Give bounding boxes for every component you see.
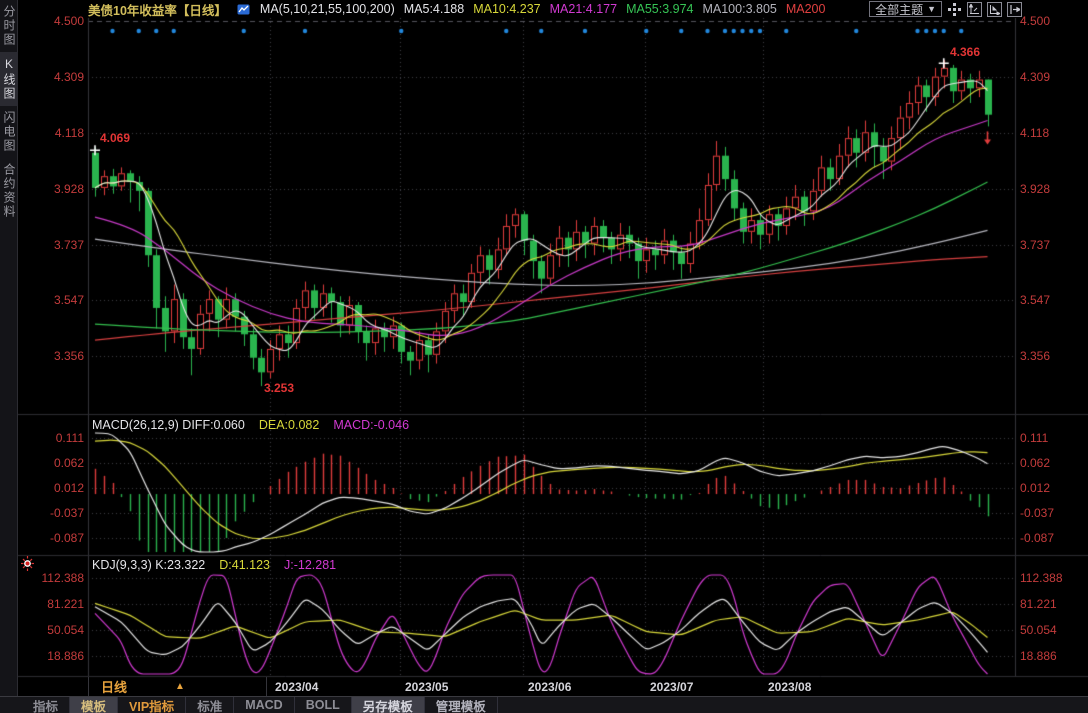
ma100-value: MA100:3.805	[702, 2, 776, 16]
period-label: 日线	[89, 677, 127, 696]
tab-save-template[interactable]: 另存模板	[352, 697, 425, 713]
trading-app-window: 分时图 K线图 闪电图 合约资料 美债10年收益率【日线】 MA(5,10,21…	[0, 0, 1088, 713]
price-axis-label-right: 3.547	[1020, 294, 1050, 306]
sidebar-item-kline-chart[interactable]: K线图	[0, 52, 18, 106]
price-axis-label-right: 4.309	[1020, 71, 1050, 83]
kdj-axis-label-right: 50.054	[1020, 624, 1057, 636]
chart-type-sidebar: 分时图 K线图 闪电图 合约资料	[0, 0, 18, 713]
ma5-value: MA5:4.188	[404, 2, 464, 16]
x-axis-month-label: 2023/07	[650, 681, 693, 693]
macd-axis-label-right: 0.111	[1020, 432, 1048, 444]
ma10-value: MA10:4.237	[473, 2, 540, 16]
price-axis-label-left: 3.356	[54, 350, 84, 362]
macd-axis-label-right: 0.062	[1020, 457, 1050, 469]
sidebar-item-contract-info[interactable]: 合约资料	[0, 158, 18, 224]
sidebar-item-time-chart[interactable]: 分时图	[0, 0, 18, 52]
macd-axis-label-left: 0.062	[54, 457, 84, 469]
price-axis-label-left: 4.309	[54, 71, 84, 83]
tab-vip-indicators[interactable]: VIP指标	[118, 697, 186, 713]
chevron-down-icon: ▼	[927, 4, 936, 14]
macd-indicator-header[interactable]: MACD(26,12,9) DIFF:0.060 DEA:0.082 MACD:…	[92, 418, 409, 432]
header-controls: 全部主题 ▼	[869, 1, 1022, 17]
ma200-value: MA200	[786, 2, 826, 16]
chart-canvas[interactable]	[0, 0, 1088, 713]
crosshair-move-icon[interactable]	[947, 2, 962, 17]
price-axis-label-right: 3.356	[1020, 350, 1050, 362]
price-axis-label-right: 3.928	[1020, 183, 1050, 195]
sidebar-item-flash-chart[interactable]: 闪电图	[0, 106, 18, 158]
title-group: 美债10年收益率【日线】 MA(5,10,21,55,100,200) MA5:…	[88, 0, 825, 18]
tab-manage-templates[interactable]: 管理模板	[425, 697, 498, 713]
theme-dropdown-label: 全部主题	[875, 1, 923, 18]
price-axis-label-left: 3.928	[54, 183, 84, 195]
macd-axis-label-right: -0.037	[1020, 507, 1054, 519]
macd-axis-label-left: -0.087	[50, 532, 84, 544]
period-tag: 【日线】	[177, 4, 227, 18]
tab-indicators[interactable]: 指标	[22, 697, 70, 713]
kdj-axis-label-right: 112.388	[1020, 572, 1063, 584]
kdj-axis-label-left: 50.054	[47, 624, 84, 636]
price-axis-label-left: 3.547	[54, 294, 84, 306]
instrument-name: 美债10年收益率	[88, 4, 177, 18]
indicator-template-tabbar: 指标 模板 VIP指标 标准 MACD BOLL 另存模板 管理模板	[0, 696, 1088, 713]
kdj-axis-label-right: 18.886	[1020, 650, 1057, 662]
tab-templates[interactable]: 模板	[70, 697, 118, 713]
price-axis-label-right: 4.118	[1020, 127, 1049, 139]
macd-axis-label-left: 0.012	[54, 482, 84, 494]
annotation-peak-high: 4.366	[950, 46, 980, 58]
period-selector[interactable]: 日线 ▲	[88, 677, 267, 696]
instrument-title: 美债10年收益率【日线】	[88, 0, 227, 19]
kdj-axis-label-right: 81.221	[1020, 598, 1057, 610]
kdj-axis-label-left: 18.886	[47, 650, 84, 662]
chart-header: 美债10年收益率【日线】 MA(5,10,21,55,100,200) MA5:…	[18, 0, 1088, 18]
x-axis-month-label: 2023/05	[405, 681, 448, 693]
scale-x-axis-icon[interactable]	[987, 2, 1002, 17]
price-axis-label-left: 4.118	[55, 127, 84, 139]
tab-standard[interactable]: 标准	[186, 697, 234, 713]
triangle-up-icon: ▲	[175, 681, 185, 692]
macd-axis-label-right: -0.087	[1020, 532, 1054, 544]
macd-axis-label-left: 0.111	[56, 432, 84, 444]
ma-settings-label[interactable]: MA(5,10,21,55,100,200)	[260, 2, 395, 16]
x-axis-month-label: 2023/04	[275, 681, 318, 693]
x-axis-month-label: 2023/08	[768, 681, 811, 693]
kdj-axis-label-left: 81.221	[47, 598, 84, 610]
macd-value-label: MACD:-0.046	[333, 418, 409, 432]
kdj-axis-label-left: 112.388	[42, 572, 85, 584]
pan-right-icon[interactable]	[1007, 2, 1022, 17]
price-axis-label-right: 3.737	[1020, 239, 1050, 251]
macd-axis-label-right: 0.012	[1020, 482, 1050, 494]
ma55-value: MA55:3.974	[626, 2, 693, 16]
annotation-first-high: 4.069	[100, 132, 130, 144]
macd-axis-label-left: -0.037	[50, 507, 84, 519]
tab-boll[interactable]: BOLL	[295, 697, 352, 713]
kdj-d-label: D:41.123	[219, 558, 270, 572]
kdj-indicator-header[interactable]: KDJ(9,3,3) K:23.322 D:41.123 J:-12.281	[92, 558, 336, 572]
indicator-alert-icon[interactable]	[21, 556, 34, 571]
mini-chart-icon[interactable]	[236, 2, 251, 17]
macd-diff-label: MACD(26,12,9) DIFF:0.060	[92, 418, 245, 432]
theme-dropdown[interactable]: 全部主题 ▼	[869, 1, 942, 17]
price-axis-label-left: 3.737	[54, 239, 84, 251]
tab-macd[interactable]: MACD	[234, 697, 295, 713]
scale-y-axis-icon[interactable]	[967, 2, 982, 17]
kdj-k-label: KDJ(9,3,3) K:23.322	[92, 558, 205, 572]
x-axis-month-label: 2023/06	[528, 681, 571, 693]
kdj-j-label: J:-12.281	[284, 558, 336, 572]
annotation-bottom-low: 3.253	[264, 382, 294, 394]
macd-dea-label: DEA:0.082	[259, 418, 319, 432]
ma21-value: MA21:4.177	[550, 2, 617, 16]
